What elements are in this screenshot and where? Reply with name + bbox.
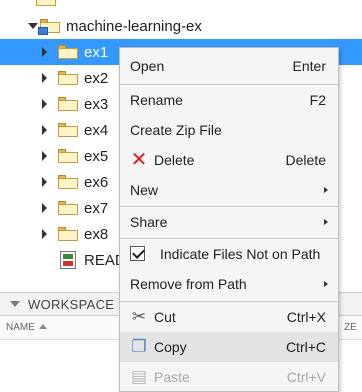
expand-arrow-icon[interactable] [42, 99, 47, 109]
tree-row-label: ex3 [84, 96, 109, 113]
tree-row-label: ex8 [84, 226, 109, 243]
menu-item-copy[interactable]: ❐ Copy Ctrl+C [120, 332, 338, 362]
tree-row-label: ex5 [84, 148, 109, 165]
menu-item-delete[interactable]: ✕ Delete Delete [120, 145, 338, 175]
shortcut-label: F2 [309, 92, 326, 108]
expand-arrow-icon[interactable] [42, 125, 47, 135]
folder-icon [58, 97, 78, 111]
shortcut-label: Delete [285, 152, 326, 168]
file-icon [60, 251, 76, 269]
shortcut-label: Ctrl+X [286, 309, 326, 325]
column-size-header[interactable]: ZE [344, 322, 357, 333]
menu-item-create-zip[interactable]: Create Zip File [120, 115, 338, 145]
menu-item-remove-from-path[interactable]: Remove from Path [120, 269, 338, 299]
tree-row-label: ex6 [84, 174, 109, 191]
project-folder-icon [38, 19, 60, 35]
folder-icon [58, 45, 78, 59]
expand-arrow-icon[interactable] [42, 73, 47, 83]
cut-icon: ✂ [131, 307, 147, 326]
folder-icon [58, 227, 78, 241]
shortcut-label: Ctrl+C [285, 339, 326, 355]
expand-arrow-icon[interactable] [42, 151, 47, 161]
folder-icon [58, 123, 78, 137]
copy-icon: ❐ [131, 337, 147, 356]
folder-icon [58, 201, 78, 215]
folder-icon [36, 0, 56, 6]
sort-ascending-icon [38, 324, 47, 329]
shortcut-label: Ctrl+V [286, 369, 326, 385]
workspace-title: WORKSPACE [28, 297, 115, 312]
menu-item-indicate-files[interactable]: Indicate Files Not on Path [120, 239, 338, 269]
submenu-arrow-icon [324, 219, 328, 225]
tree-row-label: ex2 [84, 70, 109, 87]
folder-icon [58, 175, 78, 189]
menu-item-open[interactable]: Open Enter [120, 51, 338, 81]
folder-icon [58, 149, 78, 163]
tree-row-machine-learning-ex[interactable]: machine-learning-ex [0, 13, 362, 39]
collapse-arrow-icon[interactable] [28, 23, 38, 29]
collapse-arrow-icon[interactable] [10, 301, 20, 307]
expand-arrow-icon[interactable] [42, 177, 47, 187]
context-menu: Open Enter Rename F2 Create Zip File ✕ D… [119, 47, 339, 392]
paste-icon: ▤ [130, 367, 148, 386]
submenu-arrow-icon [324, 281, 328, 287]
column-name-header[interactable]: NAME [6, 322, 47, 333]
menu-item-paste[interactable]: ▤ Paste Ctrl+V [120, 362, 338, 392]
menu-item-rename[interactable]: Rename F2 [120, 85, 338, 115]
tree-row-label: machine-learning-ex [66, 18, 202, 35]
shortcut-label: Enter [292, 58, 326, 74]
delete-icon: ✕ [130, 149, 148, 171]
menu-item-cut[interactable]: ✂ Cut Ctrl+X [120, 302, 338, 332]
parent-folder-row[interactable] [0, 0, 362, 6]
folder-icon [58, 71, 78, 85]
tree-row-label: ex4 [84, 122, 109, 139]
checkbox-icon[interactable] [130, 246, 145, 261]
expand-arrow-icon[interactable] [42, 47, 47, 57]
expand-arrow-icon[interactable] [42, 229, 47, 239]
menu-item-share[interactable]: Share [120, 207, 338, 237]
tree-row-label: ex1 [84, 44, 109, 61]
tree-row-label: ex7 [84, 200, 109, 217]
expand-arrow-icon[interactable] [42, 203, 47, 213]
menu-item-new[interactable]: New [120, 175, 338, 205]
submenu-arrow-icon [324, 187, 328, 193]
